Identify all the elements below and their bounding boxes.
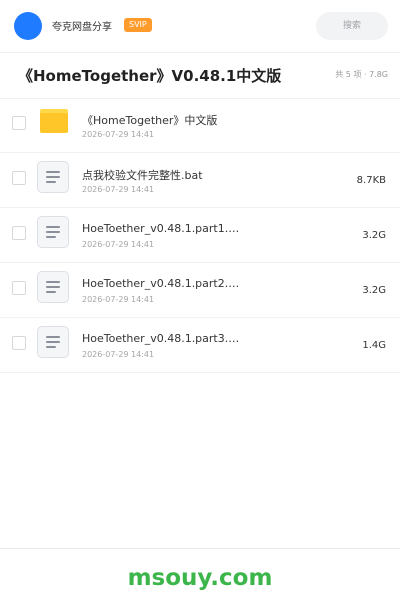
folder-icon	[40, 109, 68, 133]
list-item-file[interactable]: 点我校验文件完整性.bat 2026-07-29 14:41 8.7KB	[0, 153, 400, 208]
file-date: 2026-07-29 14:41	[82, 240, 155, 249]
file-date: 2026-07-29 14:41	[82, 130, 155, 139]
brand-name: 夸克网盘分享	[52, 22, 112, 33]
file-date: 2026-07-29 14:41	[82, 295, 155, 304]
list-item-file[interactable]: HoeToether_v0.48.1.part1.… 2026-07-29 14…	[0, 208, 400, 263]
search-button[interactable]: 搜索	[316, 12, 388, 40]
svip-badge: SVIP	[124, 18, 152, 32]
list-item-folder[interactable]: 《HomeTogether》中文版 2026-07-29 14:41	[0, 98, 400, 153]
select-checkbox[interactable]	[12, 226, 26, 240]
file-name: HoeToether_v0.48.1.part1.…	[82, 222, 240, 235]
watermark-text: msouy.com	[127, 565, 273, 591]
file-date: 2026-07-29 14:41	[82, 185, 155, 194]
document-icon	[37, 271, 69, 303]
avatar[interactable]	[14, 12, 42, 40]
select-checkbox[interactable]	[12, 171, 26, 185]
file-size: 1.4G	[362, 340, 386, 351]
list-item-file[interactable]: HoeToether_v0.48.1.part3.… 2026-07-29 14…	[0, 318, 400, 373]
file-size: 3.2G	[362, 285, 386, 296]
file-summary: 共 5 项 · 7.8G	[335, 70, 388, 79]
file-size: 3.2G	[362, 230, 386, 241]
file-date: 2026-07-29 14:41	[82, 350, 155, 359]
top-header: 夸克网盘分享 SVIP 搜索	[0, 0, 400, 53]
title-bar: 《HomeTogether》V0.48.1中文版 共 5 项 · 7.8G	[0, 52, 400, 99]
file-name: HoeToether_v0.48.1.part3.…	[82, 332, 240, 345]
select-checkbox[interactable]	[12, 281, 26, 295]
page-title: 《HomeTogether》V0.48.1中文版	[18, 67, 282, 85]
document-icon	[37, 216, 69, 248]
document-icon	[37, 326, 69, 358]
list-item-file[interactable]: HoeToether_v0.48.1.part2.… 2026-07-29 14…	[0, 263, 400, 318]
select-checkbox[interactable]	[12, 116, 26, 130]
file-list: 《HomeTogether》中文版 2026-07-29 14:41 点我校验文…	[0, 98, 400, 373]
file-name: 《HomeTogether》中文版	[82, 114, 218, 127]
file-name: 点我校验文件完整性.bat	[82, 169, 203, 182]
file-name: HoeToether_v0.48.1.part2.…	[82, 277, 240, 290]
select-checkbox[interactable]	[12, 336, 26, 350]
document-icon	[37, 161, 69, 193]
file-size: 8.7KB	[356, 175, 386, 186]
